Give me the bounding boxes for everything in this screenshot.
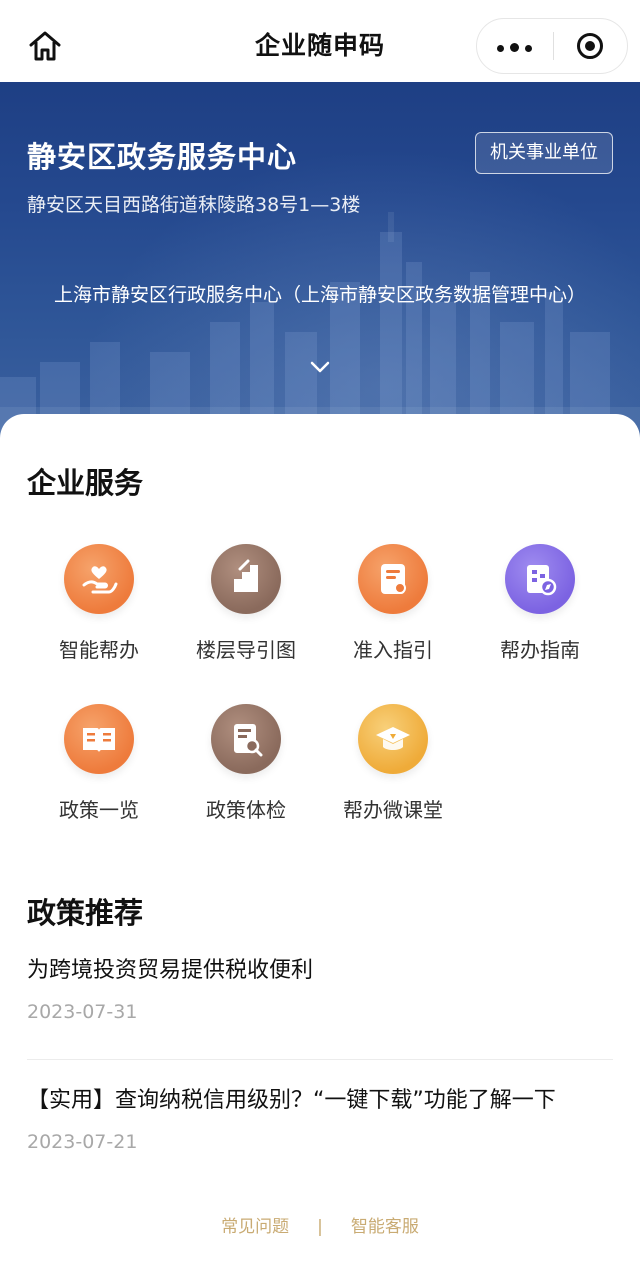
policy-section-title: 政策推荐	[27, 896, 144, 930]
policy-item-date: 2023-07-31	[27, 1001, 138, 1023]
document-icon	[358, 544, 428, 614]
guide-compass-icon	[505, 544, 575, 614]
footer-separator: |	[317, 1217, 323, 1237]
top-navbar: 企业随申码	[0, 0, 640, 92]
policy-item-title: 【实用】查询纳税信用级别？“一键下载”功能了解一下	[27, 1088, 556, 1113]
policy-item-title: 为跨境投资贸易提供税收便利	[27, 958, 314, 983]
faq-link[interactable]: 常见问题	[221, 1217, 289, 1237]
service-label: 智能帮办	[59, 638, 139, 662]
chevron-down-icon	[310, 361, 330, 373]
org-address: 静安区天目西路街道秣陵路38号1—3楼	[27, 194, 361, 216]
service-policy-check[interactable]: 政策体检	[172, 704, 320, 823]
more-dots-icon	[494, 37, 535, 56]
service-label: 政策体检	[206, 798, 286, 822]
target-close-icon	[577, 33, 604, 59]
smart-service-link[interactable]: 智能客服	[351, 1217, 419, 1237]
service-assist-guide[interactable]: 帮办指南	[466, 544, 614, 663]
content-card: 企业服务 智能帮办 楼层导引图 准入指引 帮办指南 政策一览 政策体检 帮办微课…	[0, 414, 640, 1277]
more-button[interactable]	[477, 18, 553, 74]
mini-program-capsule	[476, 18, 628, 74]
footer-links: 常见问题 | 智能客服	[0, 1212, 640, 1237]
service-micro-class[interactable]: 帮办微课堂	[319, 704, 467, 823]
service-smart-assist[interactable]: 智能帮办	[25, 544, 173, 663]
close-mini-program-button[interactable]	[554, 18, 628, 74]
service-label: 政策一览	[59, 798, 139, 822]
service-access-guide[interactable]: 准入指引	[319, 544, 467, 663]
service-floor-guide[interactable]: 楼层导引图	[172, 544, 320, 663]
graduation-cap-icon	[358, 704, 428, 774]
policy-item[interactable]: 为跨境投资贸易提供税收便利 2023-07-31	[27, 954, 613, 1023]
service-policy-overview[interactable]: 政策一览	[25, 704, 173, 823]
expand-button[interactable]	[302, 352, 338, 382]
org-name: 静安区政务服务中心	[27, 140, 298, 174]
policy-item[interactable]: 【实用】查询纳税信用级别？“一键下载”功能了解一下 2023-07-21	[27, 1084, 613, 1153]
org-banner: 静安区政务服务中心 机关事业单位 静安区天目西路街道秣陵路38号1—3楼 上海市…	[0, 82, 640, 442]
list-divider	[27, 1059, 613, 1060]
service-label: 帮办微课堂	[343, 798, 443, 822]
service-label: 楼层导引图	[196, 638, 296, 662]
org-type-badge[interactable]: 机关事业单位	[475, 132, 613, 174]
city-skyline-image	[0, 212, 640, 442]
open-book-icon	[64, 704, 134, 774]
service-label: 帮办指南	[500, 638, 580, 662]
heart-hand-icon	[64, 544, 134, 614]
org-description: 上海市静安区行政服务中心（上海市静安区政务数据管理中心）	[53, 284, 586, 306]
services-section-title: 企业服务	[27, 466, 144, 500]
document-search-icon	[211, 704, 281, 774]
stairs-icon	[211, 544, 281, 614]
service-label: 准入指引	[353, 638, 433, 662]
policy-item-date: 2023-07-21	[27, 1131, 138, 1153]
